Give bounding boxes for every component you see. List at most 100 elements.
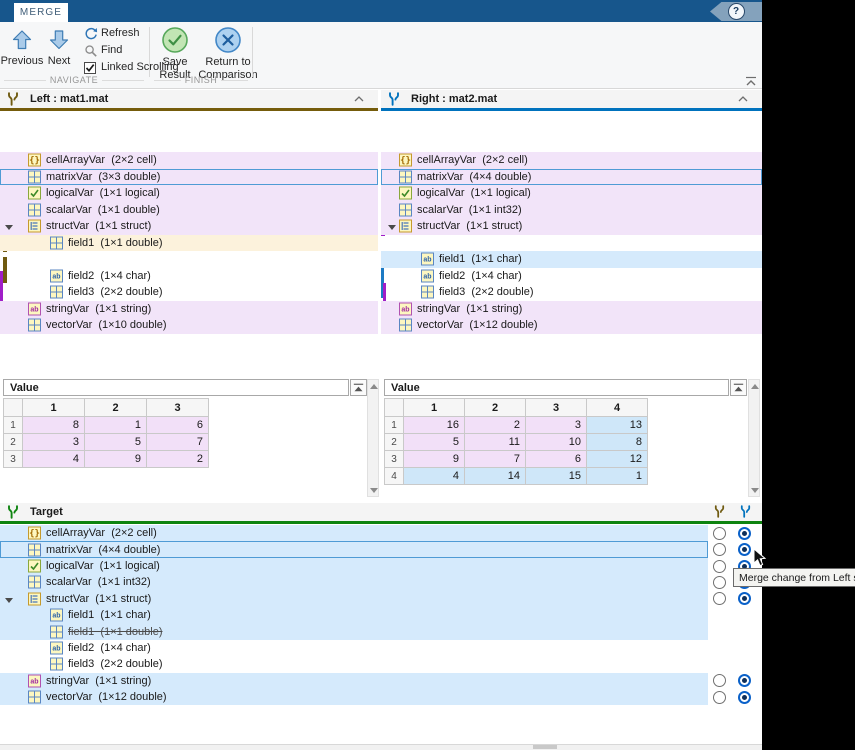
- right-value-scrollbar[interactable]: [748, 379, 760, 497]
- target-tree-row-matrixVar[interactable]: matrixVar (4×4 double): [0, 541, 708, 557]
- merge-right-radio-structVar[interactable]: [738, 592, 751, 605]
- value-cell[interactable]: 8: [23, 417, 85, 434]
- value-cell[interactable]: 16: [404, 417, 465, 434]
- collapse-ribbon-icon[interactable]: [744, 76, 758, 87]
- value-cell[interactable]: 5: [85, 434, 147, 451]
- value-cell[interactable]: 9: [404, 451, 465, 468]
- right-tree-row-logicalVar[interactable]: logicalVar (1×1 logical): [381, 185, 762, 202]
- merge-right-radio-matrixVar[interactable]: [738, 543, 751, 556]
- left-tree-row-stringVar[interactable]: abstringVar (1×1 string): [0, 301, 378, 318]
- row-header[interactable]: 2: [4, 434, 23, 451]
- value-cell[interactable]: 5: [404, 434, 465, 451]
- column-header[interactable]: 4: [587, 399, 648, 417]
- right-tree-row-field3[interactable]: field3 (2×2 double): [381, 284, 762, 301]
- column-header[interactable]: 1: [23, 399, 85, 417]
- merge-right-radio-vectorVar[interactable]: [738, 691, 751, 704]
- value-cell[interactable]: 10: [526, 434, 587, 451]
- expander-icon[interactable]: [5, 222, 13, 230]
- left-tree-row-field2[interactable]: abfield2 (1×4 char): [0, 268, 378, 285]
- right-tree-row-field1[interactable]: abfield1 (1×1 char): [381, 251, 762, 268]
- target-tree-row-field2[interactable]: abfield2 (1×4 char): [0, 640, 708, 656]
- column-header[interactable]: 2: [465, 399, 526, 417]
- merge-left-radio-logicalVar[interactable]: [713, 560, 726, 573]
- right-tree-row-field2[interactable]: abfield2 (1×4 char): [381, 268, 762, 285]
- value-cell[interactable]: 9: [85, 451, 147, 468]
- column-header[interactable]: 2: [85, 399, 147, 417]
- merge-left-radio-scalarVar[interactable]: [713, 576, 726, 589]
- horizontal-scrollbar-thumb[interactable]: [533, 745, 557, 749]
- right-tree-row-scalarVar[interactable]: scalarVar (1×1 int32): [381, 202, 762, 219]
- value-cell[interactable]: 15: [526, 468, 587, 485]
- right-tree-row-structVar[interactable]: structVar (1×1 struct): [381, 218, 762, 235]
- value-cell[interactable]: 1: [85, 417, 147, 434]
- row-header[interactable]: 1: [385, 417, 404, 434]
- value-cell[interactable]: 2: [147, 451, 209, 468]
- collapse-chevron-icon[interactable]: [738, 96, 748, 102]
- column-header[interactable]: 3: [526, 399, 587, 417]
- target-tree-row-stringVar[interactable]: abstringVar (1×1 string): [0, 673, 708, 689]
- target-tree-row-field1[interactable]: abfield1 (1×1 char): [0, 607, 708, 623]
- left-tree-row-scalarVar[interactable]: scalarVar (1×1 double): [0, 202, 378, 219]
- target-tree-row-structVar[interactable]: structVar (1×1 struct): [0, 591, 708, 607]
- right-tree-row-vectorVar[interactable]: vectorVar (1×12 double): [381, 317, 762, 334]
- target-tree-row-scalarVar[interactable]: scalarVar (1×1 int32): [0, 574, 708, 590]
- row-header[interactable]: 4: [385, 468, 404, 485]
- merge-left-radio-stringVar[interactable]: [713, 674, 726, 687]
- tab-merge[interactable]: MERGE: [14, 3, 68, 22]
- target-tree-row-logicalVar[interactable]: logicalVar (1×1 logical): [0, 558, 708, 574]
- column-header[interactable]: 1: [404, 399, 465, 417]
- right-tree-row-stringVar[interactable]: abstringVar (1×1 string): [381, 301, 762, 318]
- right-panel-header[interactable]: Right : mat2.mat: [381, 90, 762, 111]
- merge-right-radio-stringVar[interactable]: [738, 674, 751, 687]
- help-button[interactable]: ?: [710, 2, 762, 21]
- expander-icon[interactable]: [388, 222, 396, 230]
- value-cell[interactable]: 3: [526, 417, 587, 434]
- value-cell[interactable]: 3: [23, 434, 85, 451]
- left-value-scrollbar[interactable]: [367, 379, 379, 497]
- horizontal-scrollbar[interactable]: [0, 744, 762, 750]
- merge-left-radio-vectorVar[interactable]: [713, 691, 726, 704]
- refresh-button[interactable]: Refresh: [82, 26, 148, 42]
- left-value-collapse-button[interactable]: [350, 379, 367, 396]
- expander-icon[interactable]: [5, 595, 13, 603]
- left-tree-row-field3[interactable]: field3 (2×2 double): [0, 284, 378, 301]
- previous-button[interactable]: Previous: [0, 26, 44, 82]
- left-tree-row-matrixVar[interactable]: matrixVar (3×3 double): [0, 169, 378, 186]
- row-header[interactable]: 3: [385, 451, 404, 468]
- target-tree-row-field1[interactable]: field1 (1×1 double): [0, 623, 708, 639]
- next-button[interactable]: Next: [42, 26, 76, 82]
- value-cell[interactable]: 6: [526, 451, 587, 468]
- value-cell[interactable]: 12: [587, 451, 648, 468]
- left-panel-header[interactable]: Left : mat1.mat: [0, 90, 378, 111]
- value-cell[interactable]: 7: [465, 451, 526, 468]
- value-cell[interactable]: 2: [465, 417, 526, 434]
- target-tree-row-vectorVar[interactable]: vectorVar (1×12 double): [0, 689, 708, 705]
- left-tree-row-cellArrayVar[interactable]: {}cellArrayVar (2×2 cell): [0, 152, 378, 169]
- value-cell[interactable]: 8: [587, 434, 648, 451]
- merge-left-radio-structVar[interactable]: [713, 592, 726, 605]
- left-tree-row-field1[interactable]: field1 (1×1 double): [0, 235, 378, 252]
- target-tree-row-field3[interactable]: field3 (2×2 double): [0, 656, 708, 672]
- right-tree-row-cellArrayVar[interactable]: {}cellArrayVar (2×2 cell): [381, 152, 762, 169]
- value-cell[interactable]: 1: [587, 468, 648, 485]
- value-cell[interactable]: 14: [465, 468, 526, 485]
- merge-left-radio-matrixVar[interactable]: [713, 543, 726, 556]
- value-cell[interactable]: 4: [404, 468, 465, 485]
- row-header[interactable]: 1: [4, 417, 23, 434]
- find-button[interactable]: Find: [82, 43, 148, 59]
- collapse-chevron-icon[interactable]: [354, 96, 364, 102]
- right-value-collapse-button[interactable]: [730, 379, 747, 396]
- value-cell[interactable]: 4: [23, 451, 85, 468]
- column-header[interactable]: 3: [147, 399, 209, 417]
- left-tree-row-logicalVar[interactable]: logicalVar (1×1 logical): [0, 185, 378, 202]
- row-header[interactable]: 2: [385, 434, 404, 451]
- left-tree-row-vectorVar[interactable]: vectorVar (1×10 double): [0, 317, 378, 334]
- value-cell[interactable]: 13: [587, 417, 648, 434]
- target-tree-row-cellArrayVar[interactable]: {}cellArrayVar (2×2 cell): [0, 525, 708, 541]
- merge-left-radio-cellArrayVar[interactable]: [713, 527, 726, 540]
- value-cell[interactable]: 7: [147, 434, 209, 451]
- merge-right-radio-cellArrayVar[interactable]: [738, 527, 751, 540]
- value-cell[interactable]: 11: [465, 434, 526, 451]
- left-tree-row-structVar[interactable]: structVar (1×1 struct): [0, 218, 378, 235]
- row-header[interactable]: 3: [4, 451, 23, 468]
